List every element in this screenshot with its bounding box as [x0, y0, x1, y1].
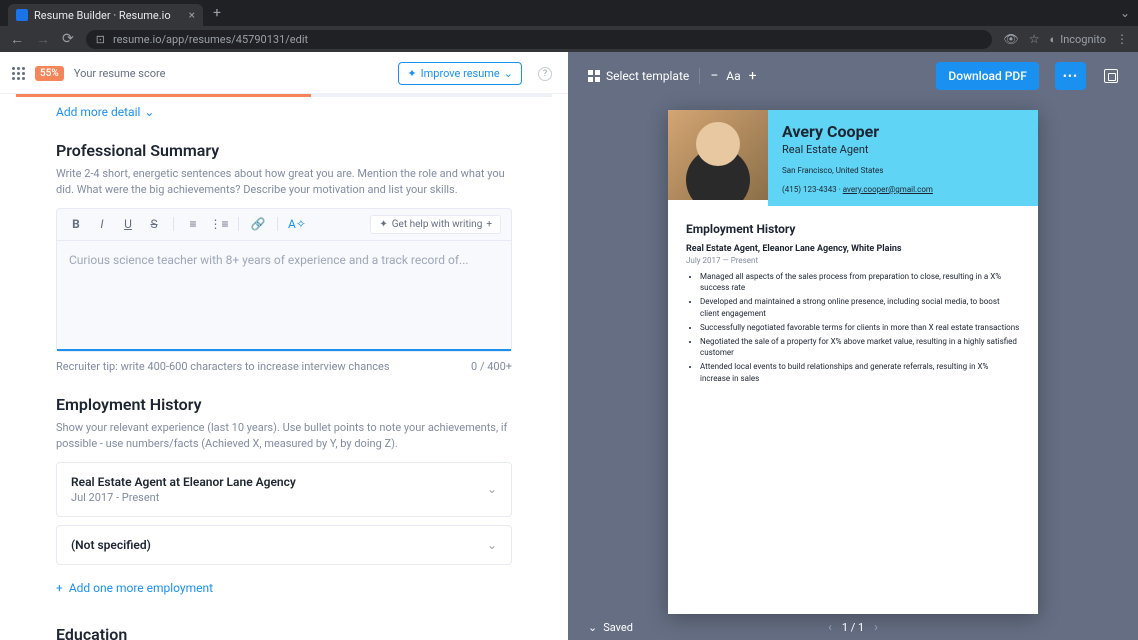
chevron-down-icon: ⌄: [144, 105, 154, 119]
select-template-button[interactable]: Select template: [588, 69, 689, 83]
zoom-out-button[interactable]: −: [710, 68, 718, 84]
add-detail-label: Add more detail: [56, 105, 140, 119]
education-title: Education: [56, 625, 512, 640]
employment-item-sub: Jul 2017 - Present: [71, 491, 296, 504]
expand-icon[interactable]: ⌄: [1120, 6, 1130, 20]
resume-location: San Francisco, United States: [782, 166, 1024, 175]
resume-role: Real Estate Agent: [782, 143, 1024, 156]
sparkle-icon: ✦: [379, 219, 387, 230]
unordered-list-button[interactable]: ⋮≡: [210, 215, 228, 233]
resume-bullets: Managed all aspects of the sales process…: [686, 271, 1020, 384]
saved-indicator: ⌄ Saved: [588, 621, 633, 634]
ai-help-label: Get help with writing: [392, 219, 483, 230]
resume-phone: (415) 123-4343: [782, 185, 837, 194]
ordered-list-button[interactable]: ≡: [184, 215, 202, 233]
plus-icon: +: [56, 581, 63, 595]
link-button[interactable]: 🔗: [249, 215, 267, 233]
prev-page-button[interactable]: ‹: [828, 620, 832, 634]
employment-title: Employment History: [56, 395, 512, 414]
bold-button[interactable]: B: [67, 215, 85, 233]
favicon: [16, 9, 28, 21]
summary-textarea[interactable]: Curious science teacher with 8+ years of…: [57, 241, 511, 351]
back-button[interactable]: ←: [10, 31, 24, 48]
incognito-label: Incognito: [1060, 33, 1106, 46]
saved-label: Saved: [603, 621, 633, 634]
menu-icon[interactable]: ⋮: [1116, 32, 1128, 46]
select-template-label: Select template: [606, 69, 689, 83]
resume-job-title: Real Estate Agent, Eleanor Lane Agency, …: [686, 244, 1020, 254]
italic-button[interactable]: I: [93, 215, 111, 233]
underline-button[interactable]: U: [119, 215, 137, 233]
score-badge: 55%: [35, 66, 64, 81]
apps-menu-icon[interactable]: [12, 67, 25, 80]
resume-job-date: July 2017 — Present: [686, 256, 1020, 265]
reload-button[interactable]: ⟳: [62, 31, 74, 47]
summary-desc: Write 2-4 short, energetic sentences abo…: [56, 166, 512, 198]
lock-icon: ⊡: [96, 33, 105, 46]
resume-bullet: Managed all aspects of the sales process…: [700, 271, 1020, 293]
chevron-down-icon: ⌄: [487, 482, 497, 496]
ai-help-button[interactable]: ✦ Get help with writing +: [370, 215, 501, 234]
tab-title: Resume Builder · Resume.io: [34, 9, 171, 22]
strike-button[interactable]: S: [145, 215, 163, 233]
sparkle-icon: ✦: [407, 67, 416, 80]
help-icon[interactable]: ?: [538, 67, 552, 81]
resume-photo: [668, 110, 768, 200]
next-page-button[interactable]: ›: [874, 620, 878, 634]
eye-icon[interactable]: 👁: [1004, 32, 1019, 46]
page-indicator: 1 / 1: [842, 621, 864, 634]
more-options-button[interactable]: •••: [1055, 62, 1086, 90]
employment-item-title: (Not specified): [71, 538, 151, 552]
zoom-in-button[interactable]: +: [749, 68, 757, 84]
fullscreen-icon[interactable]: [1104, 69, 1118, 83]
employment-item-title: Real Estate Agent at Eleanor Lane Agency: [71, 475, 296, 489]
check-icon: ⌄: [588, 621, 597, 634]
resume-email: avery.cooper@gmail.com: [843, 185, 933, 194]
resume-section-title: Employment History: [686, 222, 1020, 236]
char-counter: 0 / 400+: [471, 360, 512, 373]
improve-label: Improve resume: [421, 67, 500, 80]
add-employment-button[interactable]: + Add one more employment: [56, 573, 512, 603]
resume-bullet: Attended local events to build relations…: [700, 361, 1020, 383]
summary-title: Professional Summary: [56, 141, 512, 160]
forward-button[interactable]: →: [36, 31, 50, 48]
add-employment-label: Add one more employment: [69, 581, 213, 595]
chevron-down-icon: ⌄: [504, 67, 513, 80]
grid-icon: [588, 70, 600, 82]
summary-editor: B I U S ≡ ⋮≡ 🔗 A✧ ✦ Get help with writin…: [56, 208, 512, 352]
employment-item[interactable]: Real Estate Agent at Eleanor Lane Agency…: [56, 462, 512, 517]
resume-bullet: Successfully negotiated favorable terms …: [700, 322, 1020, 333]
resume-bullet: Negotiated the sale of a property for X%…: [700, 336, 1020, 358]
resume-bullet: Developed and maintained a strong online…: [700, 296, 1020, 318]
url-bar[interactable]: ⊡ resume.io/app/resumes/45790131/edit: [86, 30, 992, 49]
download-pdf-button[interactable]: Download PDF: [936, 62, 1038, 90]
employment-item[interactable]: (Not specified) ⌄: [56, 525, 512, 565]
close-tab-icon[interactable]: ×: [189, 8, 195, 22]
employment-desc: Show your relevant experience (last 10 y…: [56, 420, 512, 452]
incognito-badge: ◐ Incognito: [1050, 33, 1106, 46]
resume-name: Avery Cooper: [782, 122, 1024, 141]
new-tab-button[interactable]: +: [213, 5, 221, 21]
ai-icon[interactable]: A✧: [288, 215, 306, 233]
browser-tab[interactable]: Resume Builder · Resume.io ×: [8, 4, 203, 26]
resume-preview: Avery Cooper Real Estate Agent San Franc…: [668, 110, 1038, 614]
plus-icon: +: [486, 219, 492, 230]
text-size-icon: Aa: [726, 69, 740, 83]
chevron-down-icon: ⌄: [487, 538, 497, 552]
bookmark-icon[interactable]: ☆: [1029, 32, 1040, 46]
score-label: Your resume score: [74, 67, 166, 80]
add-detail-link[interactable]: Add more detail ⌄: [56, 105, 512, 119]
improve-resume-button[interactable]: ✦ Improve resume ⌄: [398, 62, 522, 85]
url-text: resume.io/app/resumes/45790131/edit: [113, 33, 308, 46]
incognito-icon: ◐: [1050, 33, 1057, 46]
recruiter-tip: Recruiter tip: write 400-600 characters …: [56, 360, 390, 373]
